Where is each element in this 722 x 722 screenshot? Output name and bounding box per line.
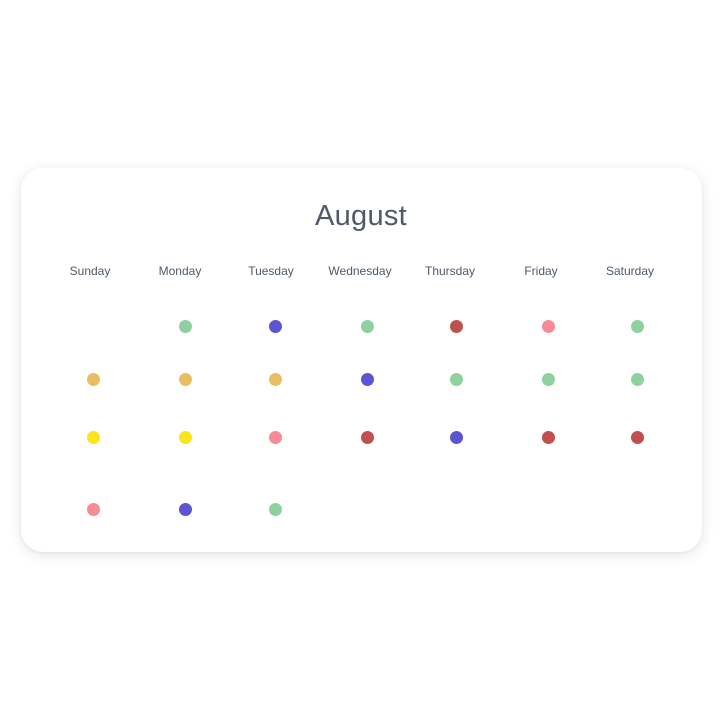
day-dot-red[interactable] — [541, 430, 555, 444]
day-dot-red[interactable] — [449, 319, 463, 333]
weekday-thursday: Thursday — [424, 264, 476, 278]
day-dot-blue[interactable] — [449, 430, 463, 444]
day-dot-green[interactable] — [541, 372, 555, 386]
day-dot-yellow[interactable] — [178, 430, 192, 444]
weekday-saturday: Saturday — [605, 264, 655, 278]
weekday-friday: Friday — [524, 264, 558, 278]
weekday-tuesday: Tuesday — [248, 264, 294, 278]
day-dot-orange[interactable] — [86, 372, 100, 386]
weekday-sunday: Sunday — [69, 264, 111, 278]
day-dot-red[interactable] — [360, 430, 374, 444]
day-dot-green[interactable] — [630, 319, 644, 333]
day-dot-blue[interactable] — [268, 319, 282, 333]
day-dot-yellow[interactable] — [86, 430, 100, 444]
day-dot-green[interactable] — [630, 372, 644, 386]
day-dot-orange[interactable] — [178, 372, 192, 386]
day-dot-green[interactable] — [360, 319, 374, 333]
day-dot-green[interactable] — [449, 372, 463, 386]
weekday-monday: Monday — [158, 264, 202, 278]
month-title: August — [314, 200, 408, 232]
day-dot-pink[interactable] — [86, 502, 100, 516]
day-dot-red[interactable] — [630, 430, 644, 444]
weekday-wednesday: Wednesday — [328, 264, 392, 278]
day-dot-pink[interactable] — [268, 430, 282, 444]
day-dot-green[interactable] — [178, 319, 192, 333]
day-dot-blue[interactable] — [178, 502, 192, 516]
day-dot-orange[interactable] — [268, 372, 282, 386]
day-dot-green[interactable] — [268, 502, 282, 516]
day-dot-pink[interactable] — [541, 319, 555, 333]
day-dot-blue[interactable] — [360, 372, 374, 386]
